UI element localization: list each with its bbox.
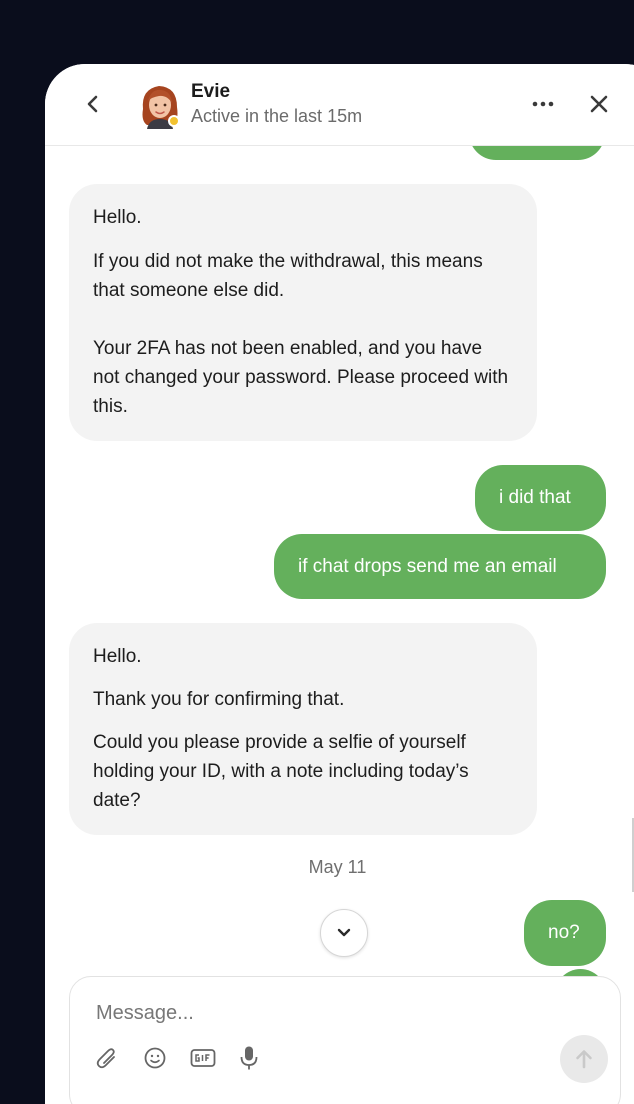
contact-name: Evie — [191, 81, 231, 102]
emoji-button[interactable] — [142, 1045, 168, 1071]
message-list[interactable]: Hello. If you did not make the withdrawa… — [45, 106, 634, 1029]
chat-header: Evie Active in the last 15m — [45, 64, 634, 146]
message-text: Could you please provide a selfie of you… — [93, 732, 469, 811]
close-button[interactable] — [587, 92, 611, 116]
send-button[interactable] — [560, 1035, 608, 1083]
message-text: i did that — [499, 487, 571, 508]
message-composer — [69, 976, 621, 1104]
close-icon — [590, 95, 608, 113]
contact-status: Active in the last 15m — [191, 106, 363, 126]
message-text: If you did not make the withdrawal, this… — [93, 251, 483, 301]
voice-message-button[interactable] — [236, 1045, 262, 1071]
message-text: Hello. — [93, 207, 142, 228]
message-bubble-outgoing: if chat drops send me an email — [274, 534, 606, 599]
message-text: Your 2FA has not been enabled, and you h… — [93, 338, 509, 417]
scroll-to-bottom-button[interactable] — [320, 909, 368, 957]
message-text: no? — [548, 922, 580, 943]
microphone-icon — [240, 1046, 258, 1070]
chevron-down-icon — [337, 928, 351, 937]
gif-button[interactable] — [190, 1045, 216, 1071]
emoji-icon — [144, 1047, 166, 1069]
arrow-up-icon — [576, 1050, 592, 1069]
date-separator: May 11 — [308, 857, 367, 877]
presence-dot — [168, 115, 180, 127]
chevron-left-icon — [87, 95, 98, 113]
message-text: if chat drops send me an email — [298, 556, 557, 577]
message-text: Thank you for confirming that. — [93, 689, 345, 710]
message-bubble-outgoing: i did that — [475, 465, 606, 531]
ellipsis-icon — [532, 101, 554, 107]
message-input[interactable] — [94, 997, 578, 1029]
message-bubble-incoming: Hello. If you did not make the withdrawa… — [69, 184, 537, 441]
message-text: Hello. — [93, 646, 142, 667]
chat-window: Evie Active in the last 15m Hello. If yo… — [45, 64, 634, 1104]
attachment-button[interactable] — [94, 1045, 120, 1071]
message-bubble-outgoing: no? — [524, 900, 606, 966]
message-bubble-incoming: Hello. Thank you for confirming that. Co… — [69, 623, 537, 835]
attachment-icon — [96, 1048, 115, 1069]
gif-icon — [190, 1049, 216, 1067]
back-button[interactable] — [81, 92, 105, 116]
more-options-button[interactable] — [529, 92, 557, 116]
